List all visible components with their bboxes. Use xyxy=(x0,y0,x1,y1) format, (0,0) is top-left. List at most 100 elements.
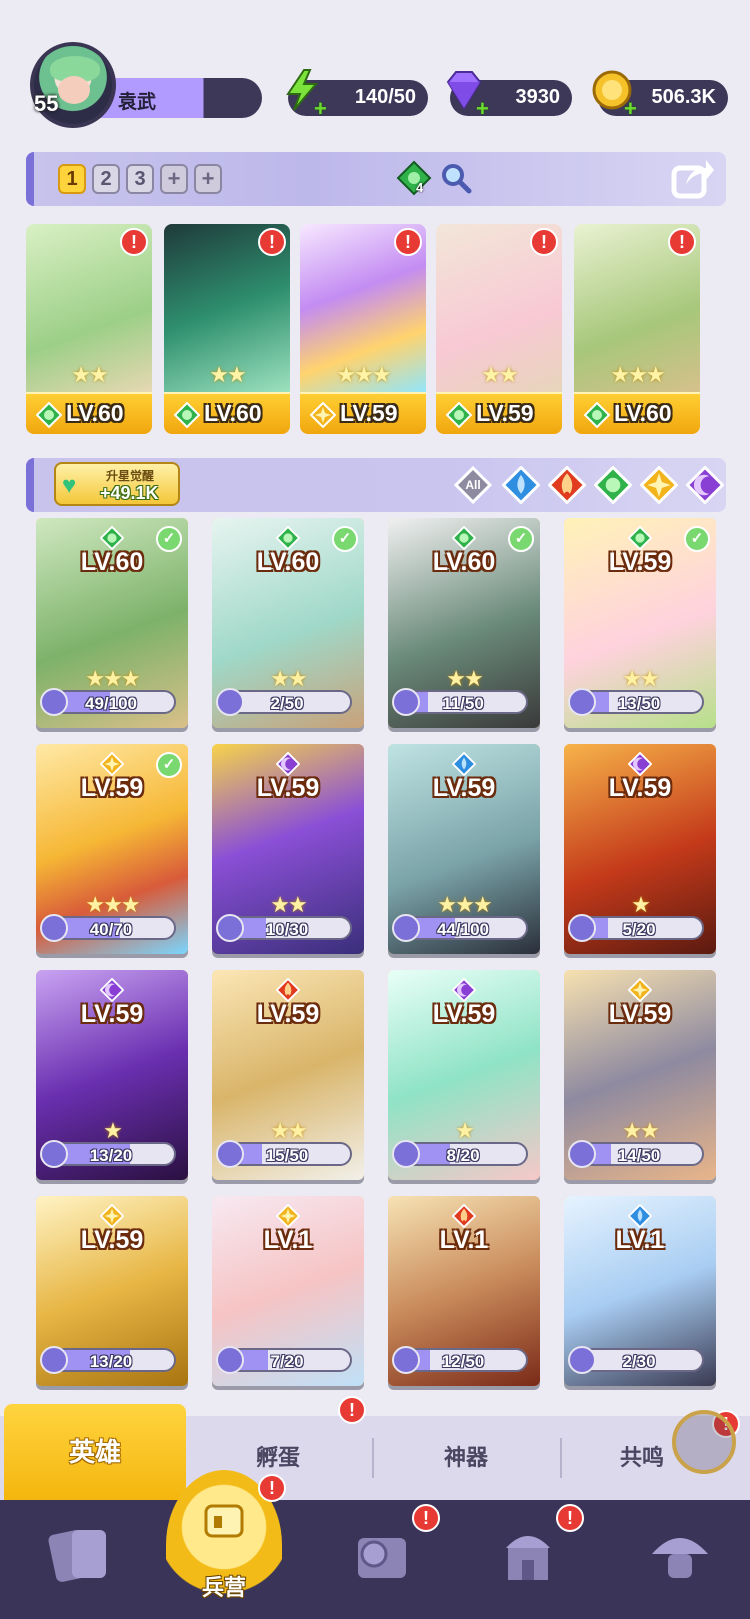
hero-level: LV.1 xyxy=(615,1226,665,1254)
hero-card[interactable]: LV.1 ★ 2/30 xyxy=(564,1196,716,1386)
team-selector-bar: 1 2 3 + + 4 xyxy=(26,152,726,206)
nature-element-icon xyxy=(99,525,125,551)
player-name: 袁武 xyxy=(118,92,157,113)
adventure-alert-badge: ! xyxy=(412,1504,440,1532)
shard-icon xyxy=(40,1140,68,1168)
share-icon[interactable] xyxy=(670,156,716,200)
nav-barracks[interactable]: 兵营 ! xyxy=(166,1470,286,1619)
hero-stars: ★★★ xyxy=(610,362,665,387)
gold-value: 506.3K xyxy=(651,86,717,108)
add-team-button[interactable]: + xyxy=(194,164,222,194)
light-element-icon xyxy=(627,977,653,1003)
hero-card[interactable]: ✓ LV.59 ★★ 13/50 xyxy=(564,518,716,728)
team-member-card[interactable]: ★★★ LV.60 ! xyxy=(574,224,700,434)
top-status-bar: 袁武 55 + 140/50 + 3930 + 506.3K xyxy=(0,36,750,128)
filter-all-icon[interactable]: All xyxy=(454,466,492,504)
hero-level: LV.59 xyxy=(608,548,672,576)
team-member-card[interactable]: ★★ LV.59 ! xyxy=(436,224,562,434)
helmet-icon xyxy=(204,1504,244,1538)
shard-icon xyxy=(392,688,420,716)
hero-card[interactable]: LV.59 ★★ 15/50 xyxy=(212,970,364,1180)
hero-card[interactable]: LV.1 ★★ 12/50 xyxy=(388,1196,540,1386)
dark-element-icon xyxy=(451,977,477,1003)
tab-artifacts[interactable]: 神器 xyxy=(374,1416,558,1500)
gem-badge-count: 4 xyxy=(416,180,424,195)
shard-icon xyxy=(216,1140,244,1168)
search-icon[interactable] xyxy=(438,160,474,196)
hero-card[interactable]: LV.59 ★ 8/20 xyxy=(388,970,540,1180)
hero-card[interactable]: LV.59 ★★ 10/30 xyxy=(212,744,364,954)
fire-element-icon xyxy=(451,1203,477,1229)
hero-card[interactable]: LV.59 ★ 5/20 xyxy=(564,744,716,954)
water-element-icon xyxy=(501,465,541,505)
filter-fire-button[interactable] xyxy=(547,465,587,505)
temple-alert-badge: ! xyxy=(556,1504,584,1532)
hero-stars: ★★ xyxy=(71,362,108,387)
team-member-card[interactable]: ★★★ LV.59 ! xyxy=(300,224,426,434)
team-tab-3[interactable]: 3 xyxy=(126,164,154,194)
hero-level: LV.59 xyxy=(256,774,320,802)
hero-card[interactable]: LV.1 ★ 7/20 xyxy=(212,1196,364,1386)
team-member-card[interactable]: ★★ LV.60 ! xyxy=(164,224,290,434)
level-plate: LV.59 xyxy=(300,392,426,434)
dark-element-icon xyxy=(627,751,653,777)
add-team-button[interactable]: + xyxy=(160,164,188,194)
hero-level: LV.59 xyxy=(432,774,496,802)
filter-light-button[interactable] xyxy=(639,465,679,505)
team-tab-1[interactable]: 1 xyxy=(58,164,86,194)
hero-level: LV.60 xyxy=(432,548,496,576)
plus-icon: + xyxy=(624,96,637,121)
hero-card[interactable]: ✓ LV.60 ★★ 2/50 xyxy=(212,518,364,728)
level-plate: LV.59 xyxy=(436,392,562,434)
hero-card[interactable]: LV.59 ★ 13/20 xyxy=(36,1196,188,1386)
nature-gem-icon[interactable] xyxy=(396,160,432,196)
shard-icon xyxy=(40,1346,68,1374)
awaken-value: +49.1K xyxy=(100,483,159,503)
team-tab-2[interactable]: 2 xyxy=(92,164,120,194)
nature-element-icon xyxy=(35,401,63,429)
hero-level: LV.59 xyxy=(80,1226,144,1254)
star-awaken-button[interactable]: ♥ 升星觉醒 +49.1K xyxy=(54,462,180,506)
hero-level: LV.60 xyxy=(80,548,144,576)
gold-counter[interactable]: + 506.3K xyxy=(592,70,728,121)
hero-card[interactable]: ✓ LV.59 ★★★ 40/70 xyxy=(36,744,188,954)
hero-level: LV.60 xyxy=(256,548,320,576)
hero-card[interactable]: ✓ LV.60 ★★★ 49/100 xyxy=(36,518,188,728)
nav-cards[interactable] xyxy=(28,1510,128,1610)
team-member-card[interactable]: ★★ LV.60 ! xyxy=(26,224,152,434)
nav-mushroom[interactable] xyxy=(628,1510,728,1610)
nature-element-icon xyxy=(451,525,477,551)
hero-level: LV.1 xyxy=(263,1226,313,1254)
hero-card[interactable]: ✓ LV.60 ★★ 11/50 xyxy=(388,518,540,728)
nature-element-icon xyxy=(275,525,301,551)
bottom-navigation: 兵营 ! ! ! xyxy=(0,1470,750,1619)
hero-level: LV.59 xyxy=(476,400,534,426)
light-element-icon xyxy=(275,1203,301,1229)
shard-icon xyxy=(40,688,68,716)
hero-stars: ★★ xyxy=(481,362,518,387)
light-element-icon xyxy=(99,1203,125,1229)
temple-icon xyxy=(506,1536,550,1580)
dark-element-icon xyxy=(99,977,125,1003)
floating-orb-button[interactable] xyxy=(672,1410,736,1474)
hero-level: LV.59 xyxy=(80,1000,144,1028)
light-element-icon xyxy=(639,465,679,505)
filter-water-button[interactable] xyxy=(501,465,541,505)
hero-card[interactable]: LV.59 ★ 13/20 xyxy=(36,970,188,1180)
tab-heroes[interactable]: 英雄 xyxy=(4,1404,186,1500)
shard-icon xyxy=(216,1346,244,1374)
energy-counter[interactable]: + 140/50 xyxy=(286,69,428,120)
hero-level: LV.59 xyxy=(608,1000,672,1028)
hero-card[interactable]: LV.59 ★★★ 44/100 xyxy=(388,744,540,954)
heroes-header: ♥ 升星觉醒 +49.1K All xyxy=(26,458,726,512)
gem-counter[interactable]: + 3930 xyxy=(446,71,572,120)
nav-adventure[interactable]: ! xyxy=(330,1504,440,1610)
filter-dark-button[interactable] xyxy=(685,465,725,505)
level-plate: LV.60 xyxy=(26,392,152,434)
hero-level: LV.1 xyxy=(439,1226,489,1254)
hero-card[interactable]: LV.59 ★★ 14/50 xyxy=(564,970,716,1180)
avatar-face xyxy=(58,76,90,104)
filter-nature-button[interactable] xyxy=(593,465,633,505)
shard-icon xyxy=(392,1346,420,1374)
nav-temple[interactable]: ! xyxy=(476,1504,584,1610)
